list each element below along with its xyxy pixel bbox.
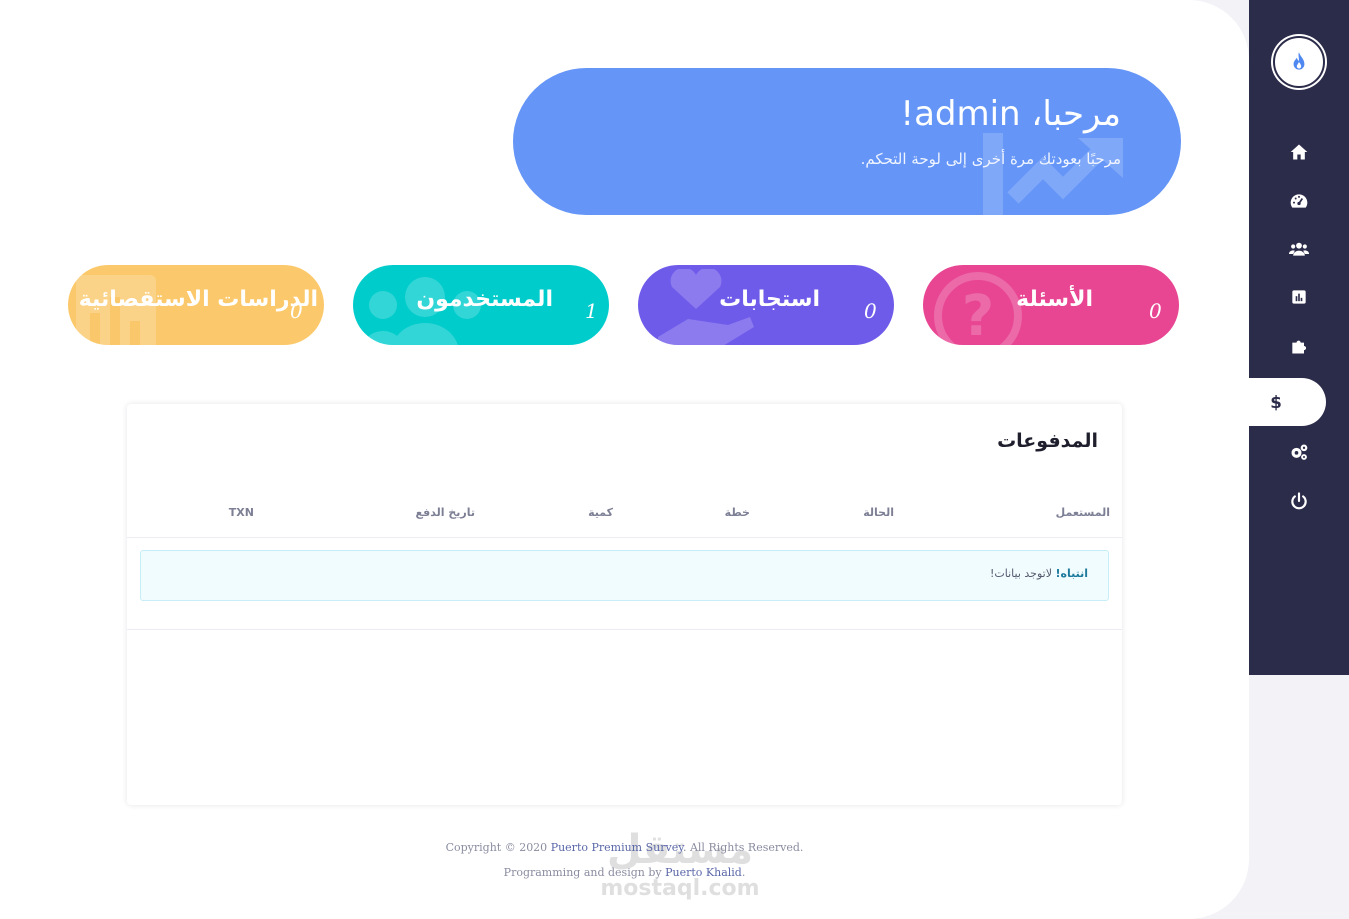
stat-count: 0 bbox=[1149, 299, 1162, 323]
footer-copyright: Copyright © 2020 Puerto Premium Survey. … bbox=[0, 841, 1249, 854]
stat-card-surveys[interactable]: 0 الدراسات الاستقصائية bbox=[68, 265, 324, 345]
stat-label: الأسئلة bbox=[1016, 287, 1093, 312]
app-logo[interactable] bbox=[1273, 36, 1325, 88]
stat-label: استجابات bbox=[719, 287, 820, 312]
alert-text: لاتوجد بيانات! bbox=[989, 567, 1056, 580]
footer-copyright-prefix: Copyright © 2020 bbox=[445, 841, 551, 854]
payments-title: المدفوعات bbox=[997, 430, 1098, 452]
stat-label: الدراسات الاستقصائية bbox=[78, 287, 318, 312]
chart-icon bbox=[1292, 290, 1306, 304]
watermark-latin: mostaql.com bbox=[600, 876, 759, 901]
footer-product-link[interactable]: Puerto Premium Survey bbox=[551, 841, 683, 854]
mostaql-watermark: مستقل mostaql.com bbox=[600, 827, 759, 901]
alert-strong: انتباه! bbox=[1055, 567, 1088, 580]
stat-count: 0 bbox=[864, 299, 877, 323]
svg-text:$: $ bbox=[1270, 393, 1282, 412]
dollar-icon: $ bbox=[1270, 393, 1282, 412]
sidebar-item-settings[interactable] bbox=[1249, 428, 1349, 476]
sidebar-item-home[interactable] bbox=[1249, 128, 1349, 176]
column-header-status[interactable]: الحالة bbox=[863, 506, 894, 519]
welcome-subtitle: مرحبًا بعودتك مرة أخرى إلى لوحة التحكم. bbox=[860, 150, 1121, 168]
column-header-user[interactable]: المستعمل bbox=[1056, 506, 1110, 519]
column-header-txn[interactable]: TXN bbox=[229, 506, 254, 519]
footer-author-link[interactable]: Puerto Khalid bbox=[665, 866, 742, 879]
table-divider bbox=[127, 629, 1122, 630]
sidebar-item-dashboard[interactable] bbox=[1249, 177, 1349, 225]
footer-credits-suffix: . bbox=[741, 866, 746, 879]
stat-card-questions[interactable]: ? الأسئلة 0 bbox=[923, 265, 1179, 345]
sidebar-item-plugins[interactable] bbox=[1249, 322, 1349, 370]
footer-copyright-suffix: . All Rights Reserved. bbox=[682, 841, 804, 854]
welcome-title: مرحبا، admin! bbox=[900, 94, 1121, 134]
column-header-payment-date[interactable]: تاريخ الدفع bbox=[416, 506, 475, 519]
sidebar-item-users[interactable] bbox=[1249, 225, 1349, 273]
column-header-plan[interactable]: خطة bbox=[725, 506, 750, 519]
footer-credits-prefix: Programming and design by bbox=[503, 866, 666, 879]
stat-count: 1 bbox=[585, 299, 598, 323]
column-header-amount[interactable]: كمية bbox=[588, 506, 613, 519]
svg-text:?: ? bbox=[962, 284, 994, 345]
trend-chart-icon bbox=[983, 133, 1123, 215]
home-icon bbox=[1290, 144, 1308, 160]
welcome-banner: مرحبا، admin! مرحبًا بعودتك مرة أخرى إلى… bbox=[513, 68, 1181, 215]
dashboard-gauge-icon bbox=[1290, 194, 1308, 208]
stat-card-responses[interactable]: استجابات 0 bbox=[638, 265, 894, 345]
footer-credits: Programming and design by Puerto Khalid. bbox=[0, 866, 1249, 879]
payments-table-header: المستعمل الحالة خطة كمية تاريخ الدفع TXN bbox=[127, 494, 1122, 538]
puzzle-icon bbox=[1292, 340, 1307, 354]
stat-card-users[interactable]: المستخدمون 1 bbox=[353, 265, 609, 345]
users-icon bbox=[1289, 242, 1309, 256]
no-data-alert: انتباه! لاتوجد بيانات! bbox=[140, 550, 1109, 601]
sidebar-item-logout[interactable] bbox=[1249, 477, 1349, 525]
payments-card: المدفوعات المستعمل الحالة خطة كمية تاريخ… bbox=[127, 404, 1122, 805]
question-icon: ? bbox=[934, 272, 1022, 345]
sidebar-item-reports[interactable] bbox=[1249, 273, 1349, 321]
alert-message: انتباه! لاتوجد بيانات! bbox=[990, 567, 1088, 580]
gears-icon bbox=[1291, 444, 1308, 460]
sidebar-item-payments[interactable]: $ bbox=[1249, 378, 1326, 426]
power-icon bbox=[1291, 492, 1307, 510]
flame-logo-icon bbox=[1293, 52, 1305, 70]
stat-label: المستخدمون bbox=[416, 287, 553, 312]
